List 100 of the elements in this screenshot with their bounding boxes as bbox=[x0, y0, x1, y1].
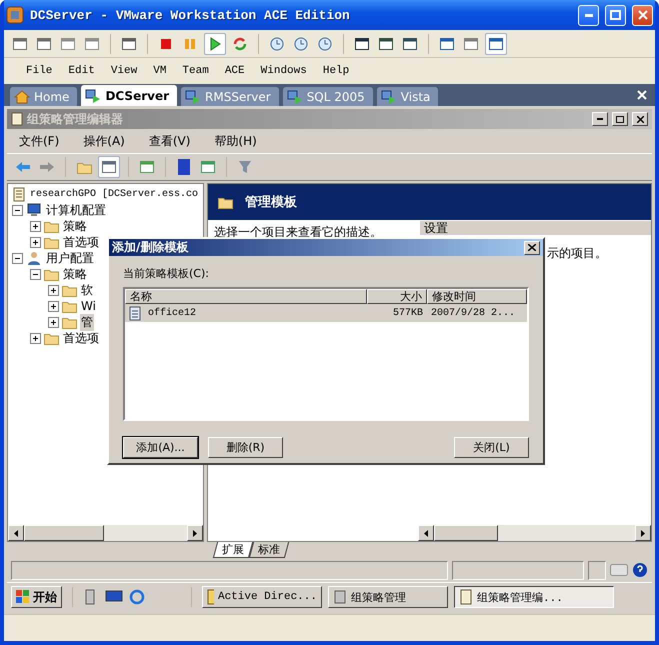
tree-item[interactable]: 计算机配置 bbox=[45, 202, 107, 218]
menu-item[interactable]: Edit bbox=[68, 65, 95, 77]
windows-logo-icon bbox=[16, 590, 30, 604]
folder-icon bbox=[62, 316, 77, 328]
tree-item[interactable]: 管 bbox=[80, 314, 94, 330]
menu-item[interactable]: 帮助(H) bbox=[214, 132, 257, 150]
column-header[interactable]: 大小 bbox=[367, 289, 427, 304]
close-button[interactable] bbox=[524, 240, 540, 254]
clock-icon[interactable] bbox=[293, 36, 309, 52]
window-title: 组策略管理编辑器 bbox=[27, 110, 124, 128]
document-icon bbox=[129, 306, 141, 320]
folder-icon bbox=[44, 236, 59, 248]
play-icon[interactable] bbox=[208, 36, 222, 50]
column-header[interactable]: 修改时间 bbox=[427, 289, 527, 304]
tree-item[interactable]: researchGPO [DCServer.ess.co bbox=[29, 188, 200, 200]
tree-item[interactable]: Wi bbox=[80, 299, 97, 313]
expand-toggle[interactable] bbox=[48, 316, 59, 328]
folder-icon bbox=[62, 284, 77, 296]
tree-item[interactable]: 首选项 bbox=[62, 330, 100, 346]
close-icon[interactable] bbox=[637, 90, 647, 100]
taskbar-item[interactable]: 组策略管理 bbox=[328, 586, 448, 608]
pane-icon[interactable] bbox=[200, 159, 216, 175]
refresh-icon[interactable] bbox=[232, 36, 248, 52]
menu-item[interactable]: 操作(A) bbox=[83, 132, 125, 150]
template-row[interactable]: office12 577KB 2007/9/28 2... bbox=[125, 304, 527, 322]
field-label: 当前策略模板(C): bbox=[123, 266, 210, 281]
scrollbar[interactable] bbox=[418, 525, 651, 541]
window-icon[interactable] bbox=[439, 36, 455, 52]
maximize-icon bbox=[610, 10, 621, 20]
menu-item[interactable]: File bbox=[26, 65, 52, 77]
menu-item[interactable]: Windows bbox=[260, 65, 307, 77]
table-cell-text: 2007/9/28 2... bbox=[430, 308, 516, 318]
taskbar-item[interactable]: 组策略管理编... bbox=[454, 586, 614, 608]
column-header[interactable]: 名称 bbox=[125, 289, 367, 304]
column-header[interactable]: 设置 bbox=[420, 221, 651, 235]
dialog-button[interactable]: 删除(R) bbox=[208, 437, 283, 458]
window-icon[interactable] bbox=[378, 36, 394, 52]
clock-icon[interactable] bbox=[269, 36, 285, 52]
folder-icon bbox=[62, 300, 77, 312]
clock-icon[interactable] bbox=[317, 36, 333, 52]
right-arrow-icon[interactable] bbox=[193, 530, 197, 536]
tree-item[interactable]: 首选项 bbox=[62, 234, 100, 250]
app-icon bbox=[6, 6, 24, 24]
close-icon bbox=[528, 244, 536, 251]
collapse-toggle[interactable] bbox=[12, 252, 23, 264]
user-icon bbox=[26, 251, 42, 265]
window-icon[interactable] bbox=[354, 36, 370, 52]
table-cell-text: office12 bbox=[147, 308, 198, 318]
tree-item[interactable]: 软 bbox=[80, 282, 94, 298]
expand-toggle[interactable] bbox=[30, 332, 41, 344]
start-button[interactable]: 开始 bbox=[11, 586, 62, 608]
window-icon[interactable] bbox=[402, 36, 418, 52]
folder-icon bbox=[44, 332, 59, 344]
pane-icon[interactable] bbox=[101, 159, 117, 175]
table-cell-text: 577KB bbox=[392, 308, 424, 318]
stop-icon[interactable] bbox=[159, 36, 173, 50]
dialog-title: 添加/删除模板 bbox=[112, 239, 190, 256]
dialog-button[interactable]: 添加(A)... bbox=[123, 437, 198, 458]
expand-toggle[interactable] bbox=[30, 220, 41, 232]
left-arrow-icon[interactable] bbox=[14, 530, 18, 536]
view-tab[interactable]: 扩展 bbox=[212, 542, 254, 558]
menu-item[interactable]: 查看(V) bbox=[148, 132, 190, 150]
minimize-icon bbox=[597, 118, 603, 120]
folder-icon bbox=[44, 220, 59, 232]
menu-item[interactable]: ACE bbox=[224, 65, 245, 77]
menu-item[interactable]: 文件(F) bbox=[19, 132, 60, 150]
collapse-toggle[interactable] bbox=[12, 204, 23, 216]
computer-icon bbox=[26, 203, 42, 217]
close-icon bbox=[636, 116, 644, 122]
status-panel bbox=[588, 560, 606, 580]
menu-item[interactable]: VM bbox=[153, 65, 166, 77]
maximize-icon bbox=[616, 116, 624, 122]
close-icon bbox=[638, 10, 648, 20]
menu-item[interactable]: View bbox=[110, 65, 138, 77]
close-button[interactable] bbox=[632, 112, 648, 126]
folder-icon bbox=[218, 196, 233, 208]
taskbar-item[interactable]: Active Direc... bbox=[202, 586, 322, 608]
pane-title: 管理模板 bbox=[245, 194, 297, 211]
scrollbar[interactable] bbox=[8, 525, 203, 541]
maximize-button[interactable] bbox=[612, 112, 628, 126]
expand-toggle[interactable] bbox=[30, 236, 41, 248]
view-tab[interactable]: 标准 bbox=[248, 542, 290, 558]
folder-icon bbox=[44, 268, 59, 280]
window-title: DCServer - VMware Workstation ACE Edition bbox=[30, 8, 351, 22]
dialog-button[interactable]: 关闭(L) bbox=[454, 437, 529, 458]
left-arrow-icon[interactable] bbox=[424, 530, 428, 536]
expand-toggle[interactable] bbox=[48, 284, 59, 296]
house-icon bbox=[14, 90, 30, 104]
tree-item[interactable]: 策略 bbox=[62, 266, 88, 282]
window-icon[interactable] bbox=[488, 36, 504, 52]
list-message: 示的项目。 bbox=[547, 245, 607, 262]
vm-tab[interactable]: DCServer bbox=[81, 85, 178, 106]
right-arrow-icon[interactable] bbox=[641, 530, 645, 536]
minimize-button[interactable] bbox=[592, 112, 608, 126]
tree-item[interactable]: 策略 bbox=[62, 218, 88, 234]
tree-item[interactable]: 用户配置 bbox=[45, 250, 95, 266]
expand-toggle[interactable] bbox=[48, 300, 59, 312]
menu-item[interactable]: Help bbox=[322, 65, 350, 77]
menu-item[interactable]: Team bbox=[182, 65, 209, 77]
collapse-toggle[interactable] bbox=[30, 268, 41, 280]
